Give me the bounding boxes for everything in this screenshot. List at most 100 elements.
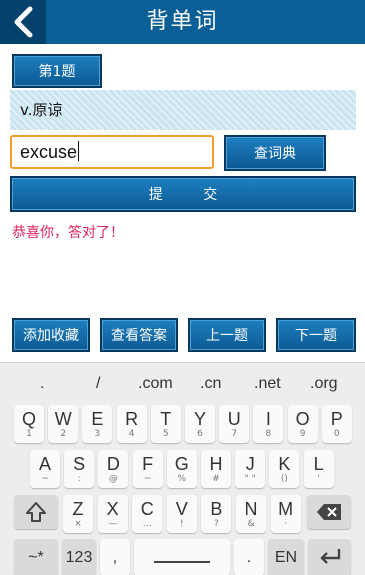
key-g[interactable]: G%: [166, 450, 197, 488]
comma-key[interactable]: ,: [100, 539, 130, 575]
key-secondary: !: [179, 519, 184, 529]
period-key[interactable]: .: [234, 539, 264, 575]
key-letter: Q: [21, 409, 36, 429]
word-definition: v.原谅: [10, 90, 356, 130]
key-secondary: ?: [214, 519, 219, 529]
key-u[interactable]: U7: [219, 405, 250, 443]
view-answer-button[interactable]: 查看答案: [100, 318, 178, 352]
key-letter: H: [209, 454, 223, 474]
suggestion-dot[interactable]: .: [40, 375, 44, 393]
key-letter: Z: [72, 499, 84, 519]
backspace-key[interactable]: [307, 495, 351, 529]
key-secondary: 9: [299, 429, 306, 439]
key-a[interactable]: A ~: [30, 450, 60, 488]
key-letter: X: [106, 499, 119, 519]
key-w[interactable]: W2: [48, 405, 79, 443]
symbols-key[interactable]: ~*: [14, 539, 58, 575]
key-b[interactable]: B?: [201, 495, 232, 533]
language-key[interactable]: EN: [268, 539, 304, 575]
key-secondary: 1: [26, 429, 32, 439]
text-caret: [78, 141, 80, 161]
key-letter: Y: [193, 409, 206, 429]
key-s[interactable]: S:: [64, 450, 95, 488]
key-letter: A: [38, 454, 51, 474]
suggestion-slash[interactable]: /: [96, 375, 100, 393]
key-secondary: ~: [143, 474, 152, 484]
answer-input[interactable]: excuse: [10, 135, 214, 169]
suggestion-net[interactable]: .net: [254, 375, 281, 393]
key-n[interactable]: N &: [236, 495, 266, 533]
key-secondary: #: [212, 474, 220, 484]
key-secondary: 4: [128, 429, 135, 439]
backspace-icon: [317, 504, 341, 520]
key-letter: G: [174, 454, 189, 474]
key-secondary: —: [108, 519, 118, 529]
key-h[interactable]: H #: [201, 450, 231, 488]
page-title: 背单词: [146, 9, 219, 34]
key-secondary: 7: [231, 429, 238, 439]
key-letter: L: [313, 454, 324, 474]
key-letter: J: [245, 454, 255, 474]
key-letter: N: [244, 499, 258, 519]
key-r[interactable]: R4: [116, 405, 147, 443]
key-f[interactable]: F ~: [132, 450, 163, 488]
app-header: 背单词: [0, 0, 365, 44]
shift-arrow-icon: [26, 502, 46, 522]
language-key-label: EN: [274, 549, 298, 566]
suggestion-com[interactable]: .com: [138, 375, 173, 393]
key-secondary: &: [247, 519, 255, 529]
key-letter: W: [54, 409, 72, 429]
key-k[interactable]: K(): [269, 450, 300, 488]
key-secondary: 6: [197, 429, 203, 439]
key-secondary: 5: [162, 429, 169, 439]
key-x[interactable]: X —: [97, 495, 128, 533]
key-y[interactable]: Y6: [185, 405, 215, 443]
shift-key[interactable]: [14, 495, 58, 529]
key-d[interactable]: D @: [98, 450, 129, 488]
key-m[interactable]: M ·: [270, 495, 301, 533]
key-secondary: 3: [94, 429, 101, 439]
period-key-label: .: [246, 549, 252, 566]
key-letter: V: [175, 499, 188, 519]
key-letter: R: [125, 409, 139, 429]
lookup-dictionary-button[interactable]: 查词典: [224, 135, 326, 171]
key-p[interactable]: P0: [321, 405, 352, 443]
enter-arrow-icon: [319, 549, 340, 564]
previous-question-button[interactable]: 上一题: [188, 318, 266, 352]
key-secondary: ·: [284, 519, 288, 529]
key-q[interactable]: Q1: [14, 405, 44, 443]
space-key[interactable]: [134, 539, 230, 575]
key-j[interactable]: J " ": [235, 450, 266, 488]
key-l[interactable]: L ': [303, 450, 334, 488]
key-letter: P: [330, 409, 343, 429]
add-favorite-button[interactable]: 添加收藏: [12, 318, 90, 352]
question-number-label: 第1题: [12, 54, 102, 88]
next-question-button[interactable]: 下一题: [276, 318, 356, 352]
key-letter: I: [265, 409, 271, 429]
key-v[interactable]: V!: [166, 495, 197, 533]
enter-key[interactable]: [308, 539, 351, 575]
key-letter: T: [160, 409, 172, 429]
soft-keyboard: . / .com .cn .net .org Q1W2E3R4T5Y6U7I8O…: [0, 362, 365, 575]
key-z[interactable]: Z ×: [63, 495, 93, 533]
key-letter: K: [278, 454, 291, 474]
submit-button[interactable]: 提 交: [10, 176, 356, 212]
key-c[interactable]: C…: [132, 495, 163, 533]
key-t[interactable]: T5: [150, 405, 181, 443]
key-letter: M: [278, 499, 294, 519]
space-bar-icon: [154, 561, 210, 563]
numbers-key[interactable]: 123: [62, 539, 96, 575]
key-letter: U: [227, 409, 241, 429]
key-letter: C: [140, 499, 154, 519]
symbols-key-label: ~*: [28, 549, 44, 566]
key-e[interactable]: E3: [82, 405, 113, 443]
key-secondary: 0: [333, 429, 340, 439]
key-secondary: …: [142, 519, 152, 529]
key-secondary: 8: [265, 429, 272, 439]
key-secondary: (): [280, 474, 288, 484]
suggestion-org[interactable]: .org: [310, 375, 338, 393]
suggestion-cn[interactable]: .cn: [200, 375, 221, 393]
key-o[interactable]: O9: [287, 405, 318, 443]
key-i[interactable]: I8: [253, 405, 284, 443]
key-secondary: ×: [74, 519, 82, 529]
